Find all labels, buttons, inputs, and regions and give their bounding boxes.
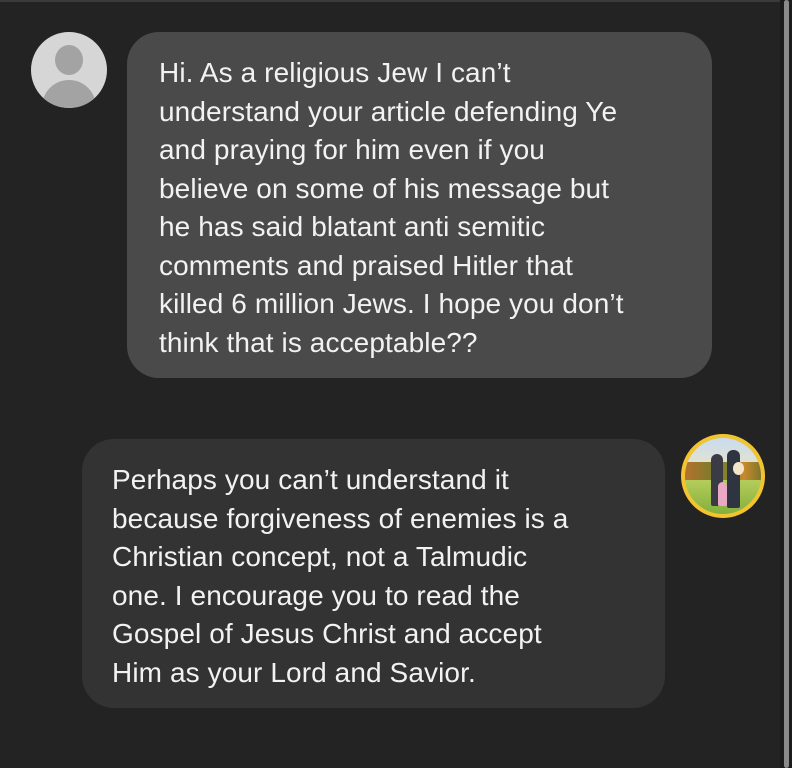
message-line: killed 6 million Jews. I hope you don’t (159, 288, 624, 319)
message-line: and praying for him even if you (159, 134, 545, 165)
message-line: one. I encourage you to read the (112, 579, 520, 611)
incoming-message-bubble[interactable]: Hi. As a religious Jew I can’t understan… (127, 32, 712, 378)
photo-child (733, 462, 744, 475)
message-line: believe on some of his message but (159, 172, 610, 204)
message-line: understand your article defending Ye (159, 95, 618, 127)
default-person-avatar-icon[interactable] (31, 32, 107, 108)
photo-person (727, 450, 740, 508)
avatar-head-shape (55, 45, 83, 75)
message-thread: Hi. As a religious Jew I can’t understan… (0, 0, 780, 768)
scrollbar-thumb[interactable] (784, 0, 789, 768)
photo-child (718, 482, 727, 506)
avatar-shoulders-shape (42, 80, 96, 108)
scrollbar[interactable] (780, 0, 792, 768)
photo-trees (685, 462, 761, 482)
message-line: Christian concept, not a Talmudic (112, 541, 528, 572)
message-line: Hi. As a religious Jew I can’t (159, 57, 511, 88)
message-line: because forgiveness of enemies is a (112, 502, 569, 534)
message-line: Gospel of Jesus Christ and accept (112, 618, 542, 649)
top-divider (0, 0, 792, 2)
message-line: he has said blatant anti semitic (159, 211, 546, 242)
message-line: think that is acceptable?? (159, 326, 478, 358)
family-photo-avatar[interactable] (681, 434, 765, 518)
message-line: comments and praised Hitler that (159, 249, 574, 281)
message-line: Perhaps you can’t understand it (112, 464, 509, 495)
message-line: Him as your Lord and Savior. (112, 656, 476, 688)
outgoing-message-bubble[interactable]: Perhaps you can’t understand it because … (82, 439, 665, 708)
